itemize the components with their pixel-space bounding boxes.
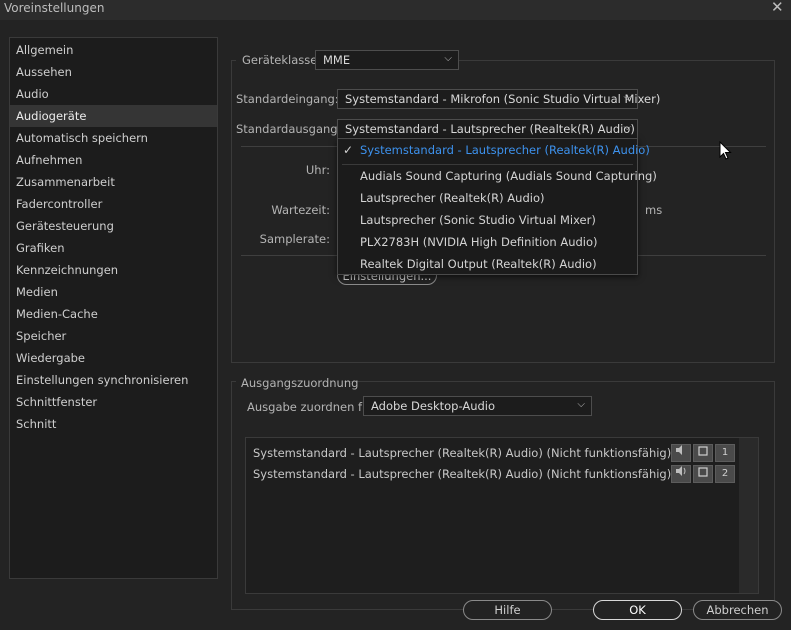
- device-class-dropdown[interactable]: MME ⌵: [315, 50, 459, 70]
- chevron-down-icon: ⌵: [623, 122, 631, 133]
- output-dropdown-menu: ✓ Systemstandard - Lautsprecher (Realtek…: [337, 138, 657, 275]
- chevron-down-icon: ⌵: [623, 92, 631, 103]
- checkmark-icon: ✓: [343, 143, 354, 157]
- clock-label: Uhr:: [305, 163, 330, 177]
- sidebar-item-grafiken[interactable]: Grafiken: [10, 237, 217, 259]
- speaker-icon[interactable]: [671, 465, 691, 483]
- mouse-cursor-icon: [719, 141, 732, 160]
- menu-item[interactable]: Realtek Digital Output (Realtek(R) Audio…: [338, 253, 637, 275]
- sidebar-item-schnittfenster[interactable]: Schnittfenster: [10, 391, 217, 413]
- samplerate-label: Samplerate:: [259, 232, 330, 246]
- device-class-label: Geräteklasse:: [242, 53, 322, 67]
- map-output-value: Adobe Desktop-Audio: [371, 399, 496, 413]
- sidebar-item-audiogeraete[interactable]: Audiogeräte: [10, 105, 217, 127]
- sidebar-item-allgemein[interactable]: Allgemein: [10, 39, 217, 61]
- menu-item[interactable]: Audials Sound Capturing (Audials Sound C…: [338, 165, 657, 187]
- menu-item[interactable]: Lautsprecher (Realtek(R) Audio): [338, 187, 637, 209]
- channel-bracket-icon[interactable]: [693, 444, 713, 462]
- channel-row-1[interactable]: Systemstandard - Lautsprecher (Realtek(R…: [253, 443, 682, 463]
- default-input-dropdown[interactable]: Systemstandard - Mikrofon (Sonic Studio …: [337, 89, 660, 109]
- ok-button[interactable]: OK: [593, 600, 682, 620]
- channel-bracket-icon[interactable]: [693, 465, 713, 483]
- close-icon[interactable]: ✕: [771, 0, 784, 16]
- help-button[interactable]: Hilfe: [463, 600, 552, 620]
- window-title: Voreinstellungen: [4, 1, 105, 15]
- sidebar-item-speicher[interactable]: Speicher: [10, 325, 217, 347]
- default-input-value: Systemstandard - Mikrofon (Sonic Studio …: [345, 92, 661, 106]
- scrollbar[interactable]: [739, 438, 758, 593]
- latency-unit: ms: [645, 203, 663, 217]
- map-output-dropdown[interactable]: Adobe Desktop-Audio ⌵: [363, 396, 592, 416]
- channel-number-2[interactable]: 2: [715, 465, 735, 483]
- default-input-label: Standardeingang:: [236, 92, 339, 106]
- sidebar-item-aufnehmen[interactable]: Aufnehmen: [10, 149, 217, 171]
- output-mapping-title: Ausgangszuordnung: [241, 376, 359, 390]
- sidebar-item-medien[interactable]: Medien: [10, 281, 217, 303]
- sidebar-item-audio[interactable]: Audio: [10, 83, 217, 105]
- latency-label: Wartezeit:: [271, 203, 330, 217]
- menu-item[interactable]: PLX2783H (NVIDIA High Definition Audio): [338, 231, 637, 253]
- menu-item-checked[interactable]: ✓ Systemstandard - Lautsprecher (Realtek…: [338, 139, 650, 161]
- chevron-down-icon: ⌵: [577, 399, 585, 410]
- speaker-icon[interactable]: [671, 444, 691, 462]
- sidebar-item-fadercontroller[interactable]: Fadercontroller: [10, 193, 217, 215]
- sidebar-item-automatisch-speichern[interactable]: Automatisch speichern: [10, 127, 217, 149]
- sidebar-item-zusammenarbeit[interactable]: Zusammenarbeit: [10, 171, 217, 193]
- channel-row-2[interactable]: Systemstandard - Lautsprecher (Realtek(R…: [253, 464, 682, 484]
- map-output-label: Ausgabe zuordnen für:: [247, 400, 378, 414]
- channel-list: Systemstandard - Lautsprecher (Realtek(R…: [245, 437, 759, 594]
- cancel-button[interactable]: Abbrechen: [693, 600, 782, 620]
- sidebar-item-medien-cache[interactable]: Medien-Cache: [10, 303, 217, 325]
- title-bar: [0, 0, 791, 20]
- sidebar-item-aussehen[interactable]: Aussehen: [10, 61, 217, 83]
- sidebar-item-einstellungen-synchronisieren[interactable]: Einstellungen synchronisieren: [10, 369, 217, 391]
- menu-item[interactable]: Lautsprecher (Sonic Studio Virtual Mixer…: [338, 209, 637, 231]
- sidebar-item-kennzeichnungen[interactable]: Kennzeichnungen: [10, 259, 217, 281]
- sidebar-item-wiedergabe[interactable]: Wiedergabe: [10, 347, 217, 369]
- sidebar: Allgemein Aussehen Audio Audiogeräte Aut…: [9, 37, 218, 579]
- default-output-value: Systemstandard - Lautsprecher (Realtek(R…: [345, 122, 635, 136]
- default-output-dropdown[interactable]: Systemstandard - Lautsprecher (Realtek(R…: [337, 119, 638, 139]
- default-output-label: Standardausgang:: [236, 122, 342, 136]
- sidebar-item-schnitt[interactable]: Schnitt: [10, 413, 217, 435]
- device-class-value: MME: [323, 53, 351, 67]
- sidebar-item-geraetesteuerung[interactable]: Gerätesteuerung: [10, 215, 217, 237]
- chevron-down-icon: ⌵: [444, 53, 452, 64]
- menu-item-label: Systemstandard - Lautsprecher (Realtek(R…: [360, 143, 650, 157]
- channel-number-1[interactable]: 1: [715, 444, 735, 462]
